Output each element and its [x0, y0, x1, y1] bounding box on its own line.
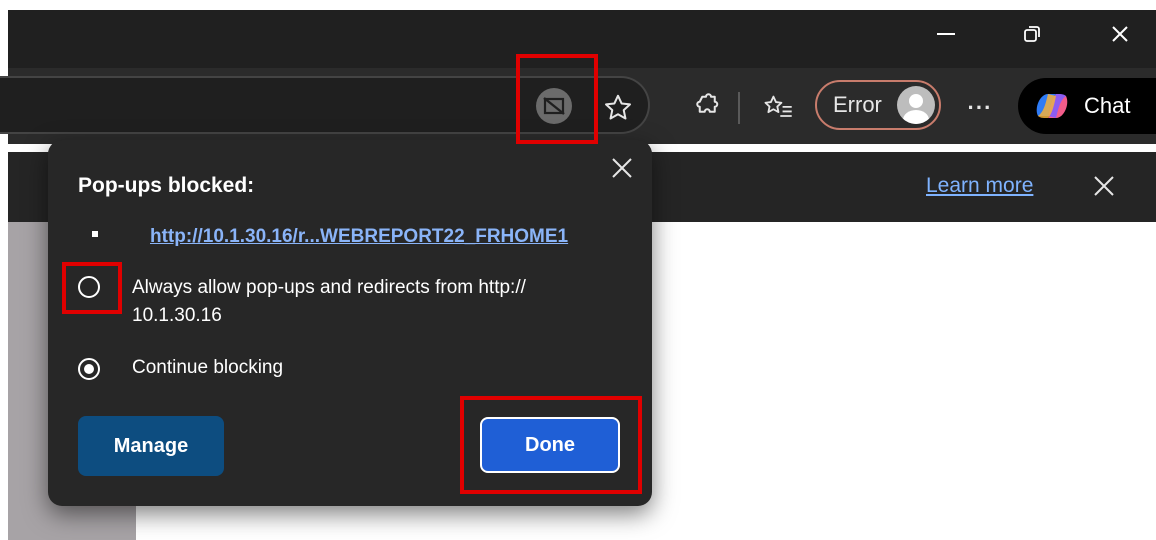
restore-button[interactable] — [1002, 10, 1062, 58]
profile-error-button[interactable]: Error — [815, 80, 941, 130]
title-bar — [8, 10, 1156, 68]
close-icon — [1112, 26, 1128, 42]
done-button[interactable]: Done — [480, 417, 620, 473]
favorites-list-icon — [764, 95, 792, 117]
close-icon — [1094, 176, 1114, 196]
dialog-close-button[interactable] — [604, 150, 640, 186]
chat-label: Chat — [1084, 93, 1131, 118]
toolbar-divider — [738, 92, 740, 124]
profile-error-label: Error — [833, 92, 882, 117]
always-allow-radio[interactable] — [78, 276, 100, 298]
popup-blocked-icon — [536, 88, 572, 124]
favorite-button[interactable] — [598, 88, 638, 128]
copilot-icon — [1036, 94, 1068, 118]
continue-blocking-radio[interactable] — [78, 358, 100, 380]
continue-blocking-label[interactable]: Continue blocking — [132, 354, 283, 382]
infobar-close-button[interactable] — [1086, 168, 1122, 204]
more-options-button[interactable]: ··· — [962, 90, 998, 126]
blocked-popup-link[interactable]: http://10.1.30.16/r...WEBREPORT22_FRHOME… — [150, 226, 568, 248]
favorites-button[interactable] — [756, 86, 800, 130]
popup-blocked-button[interactable] — [534, 86, 574, 126]
popups-blocked-dialog: Pop-ups blocked: http://10.1.30.16/r...W… — [48, 140, 652, 506]
manage-button[interactable]: Manage — [78, 416, 224, 476]
more-options-icon: ··· — [967, 95, 993, 120]
favorite-star-icon — [605, 94, 631, 120]
minimize-button[interactable] — [916, 10, 976, 58]
close-window-button[interactable] — [1090, 10, 1150, 58]
always-allow-label-line2: 10.1.30.16 — [132, 305, 222, 326]
extensions-icon — [696, 93, 719, 113]
copilot-chat-button[interactable]: Chat — [1018, 78, 1156, 134]
always-allow-label-line1: Always allow pop-ups and redirects from … — [132, 277, 526, 298]
restore-icon — [1024, 26, 1040, 42]
minimize-icon — [937, 33, 955, 35]
profile-avatar-icon — [897, 86, 935, 124]
always-allow-label[interactable]: Always allow pop-ups and redirects from … — [132, 274, 526, 330]
close-icon — [612, 158, 632, 178]
extensions-button[interactable] — [684, 86, 728, 130]
bullet-icon — [92, 231, 98, 237]
learn-more-link[interactable]: Learn more — [926, 174, 1033, 198]
dialog-title: Pop-ups blocked: — [78, 174, 255, 197]
